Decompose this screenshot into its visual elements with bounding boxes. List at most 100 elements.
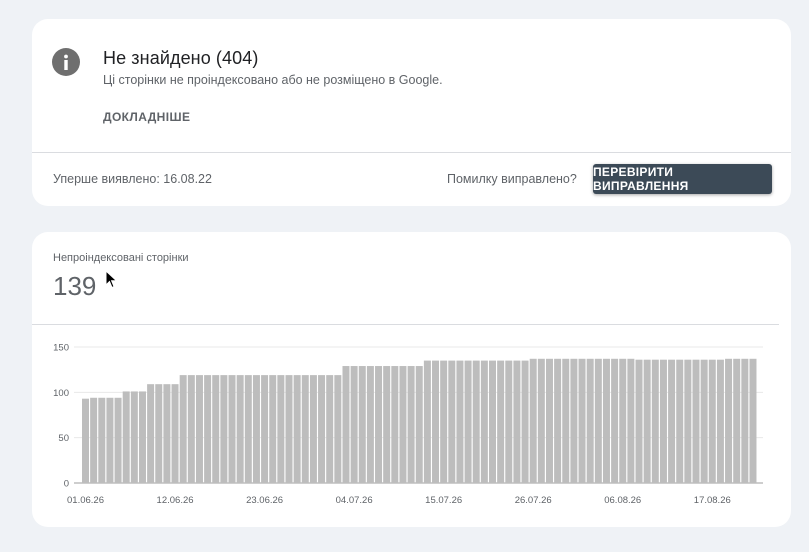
chart-bar[interactable] [147,384,155,483]
x-tick-label: 15.07.26 [425,495,462,506]
chart-bar[interactable] [187,375,195,483]
chart-bar[interactable] [700,359,708,483]
chart-bar[interactable] [602,358,610,483]
chart-bar[interactable] [366,366,374,483]
chart-bar[interactable] [90,397,98,483]
chart-bar[interactable] [513,360,521,483]
validate-fix-button[interactable]: ПЕРЕВІРИТИ ВИПРАВЛЕННЯ [593,164,772,194]
chart-bar[interactable] [635,359,643,483]
chart-bar[interactable] [277,375,285,483]
mouse-cursor-icon [105,270,118,289]
chart-bar[interactable] [252,375,260,483]
x-tick-label: 04.07.26 [336,495,373,506]
chart-bar[interactable] [391,366,399,483]
chart-bar[interactable] [82,398,89,483]
chart-bar[interactable] [163,384,171,483]
chart-bar[interactable] [155,384,163,483]
chart-bar[interactable] [285,375,293,483]
chart-bar[interactable] [220,375,228,483]
chart-bar[interactable] [578,358,586,483]
chart-bar[interactable] [684,359,692,483]
chart-bar[interactable] [195,375,203,483]
chart-bar[interactable] [358,366,366,483]
info-icon [52,48,80,76]
chart-bar[interactable] [456,360,464,483]
chart-bar[interactable] [293,375,301,483]
chart-bar[interactable] [480,360,488,483]
chart-bar[interactable] [350,366,358,483]
chart-card: Непроіндексовані сторінки 139 0 50 100 150 0… [32,232,791,527]
chart-bar[interactable] [98,397,106,483]
learn-more-link[interactable]: ДОКЛАДНІШЕ [103,110,190,124]
chart-bar[interactable] [309,375,317,483]
chart-bar[interactable] [318,375,326,483]
bar-chart: 0 50 100 150 01.06.26 12.06.26 23.06.26 04.07.2… [53,343,763,506]
chart-bar[interactable] [554,358,562,483]
chart-bar[interactable] [725,358,733,483]
chart-bar[interactable] [651,359,659,483]
issue-description: Ці сторінки не проіндексовано або не роз… [103,73,443,87]
chart-bar[interactable] [334,375,342,483]
chart-bar[interactable] [179,375,187,483]
chart-bar[interactable] [537,358,545,483]
chart-bar[interactable] [301,375,309,483]
chart-bar[interactable] [212,375,220,483]
chart-bar[interactable] [741,358,749,483]
divider [32,152,791,153]
chart-bar[interactable] [505,360,513,483]
x-tick-label: 12.06.26 [157,495,194,506]
chart-bar[interactable] [236,375,244,483]
chart-bar[interactable] [261,375,269,483]
chart-bar[interactable] [619,358,627,483]
chart-bar[interactable] [668,359,676,483]
chart-bar[interactable] [106,397,114,483]
chart-bar[interactable] [643,359,651,483]
chart-bar[interactable] [130,391,138,483]
chart-bar[interactable] [440,360,448,483]
chart-bar[interactable] [432,360,440,483]
chart-bar[interactable] [228,375,236,483]
chart-bar[interactable] [464,360,472,483]
chart-bar[interactable] [472,360,480,483]
chart-bar[interactable] [375,366,383,483]
x-tick-label: 26.07.26 [515,495,552,506]
chart-bar[interactable] [138,391,146,483]
chart-bar[interactable] [611,358,619,483]
chart-bar[interactable] [545,358,553,483]
chart-bar[interactable] [497,360,505,483]
y-tick-label: 50 [58,433,69,444]
chart-bar[interactable] [171,384,179,483]
chart-bar[interactable] [326,375,334,483]
chart-bar[interactable] [594,358,602,483]
chart-bar[interactable] [204,375,212,483]
x-tick-label: 01.06.26 [67,495,104,506]
chart-bar[interactable] [114,397,122,483]
chart-bar[interactable] [659,359,667,483]
chart-bar[interactable] [586,358,594,483]
chart-bar[interactable] [399,366,407,483]
chart-bar[interactable] [692,359,700,483]
chart-bar[interactable] [749,358,757,483]
chart-bar[interactable] [269,375,277,483]
chart-bar[interactable] [383,366,391,483]
chart-bar[interactable] [521,360,529,483]
chart-bar[interactable] [529,358,537,483]
chart-bar[interactable] [627,358,635,483]
chart-bar[interactable] [570,358,578,483]
chart-bar[interactable] [448,360,456,483]
chart-bar[interactable] [708,359,716,483]
chart-bar[interactable] [423,360,431,483]
chart-bar[interactable] [244,375,252,483]
chart-bar[interactable] [489,360,496,483]
chart-bar[interactable] [122,391,130,483]
x-tick-label: 06.08.26 [604,495,641,506]
chart-bar[interactable] [733,358,741,483]
chart-bar[interactable] [407,366,415,483]
y-tick-label: 150 [53,343,69,354]
chart-bar[interactable] [562,358,570,483]
chart-bar[interactable] [676,359,684,483]
chart-bar[interactable] [415,366,423,483]
chart-bar[interactable] [342,366,350,483]
chart-bar[interactable] [716,359,724,483]
fixed-question-label: Помилку виправлено? [447,172,577,186]
